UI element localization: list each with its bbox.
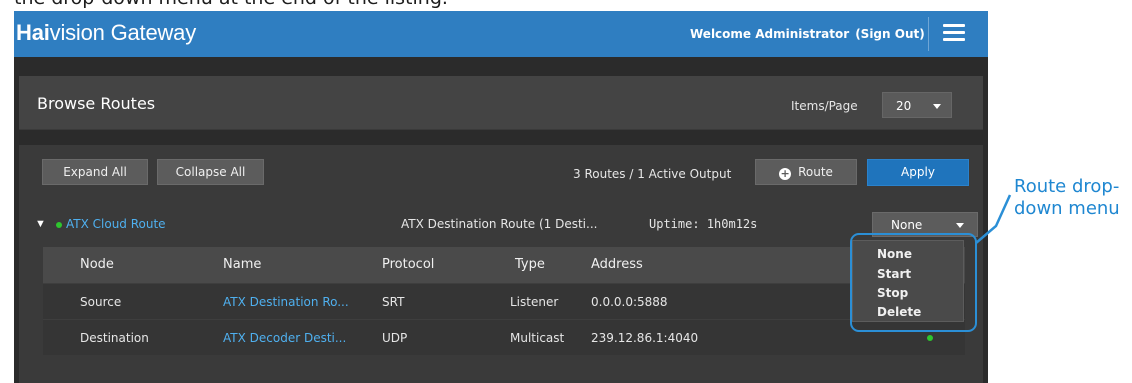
callout-label: Route drop- down menu xyxy=(1014,176,1120,220)
callout-leader-line xyxy=(975,194,1012,244)
callout-label-line-2: down menu xyxy=(1014,198,1120,219)
callout-label-line-1: Route drop- xyxy=(1014,176,1120,197)
